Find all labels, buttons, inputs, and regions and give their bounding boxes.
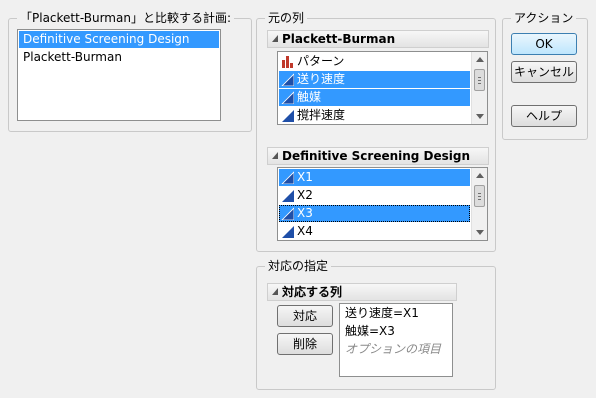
- continuous-icon: [281, 171, 294, 184]
- pb-columns-list[interactable]: パターン 送り速度 触媒 撹拌速度: [277, 51, 488, 125]
- match-button[interactable]: 対応: [277, 305, 333, 327]
- compare-design-title: 「Plackett-Burman」と比較する計画:: [17, 10, 234, 26]
- action-title: アクション: [511, 10, 577, 26]
- match-spec-group: 対応の指定 対応する列 対応 削除 送り速度=X1 触媒=X3 オプションの項目: [256, 258, 496, 390]
- remove-button[interactable]: 削除: [277, 333, 333, 355]
- panel-header-matched-columns[interactable]: 対応する列: [267, 283, 457, 301]
- source-columns-group: 元の列 Plackett-Burman パターン 送り速度 触媒 撹拌速度 De…: [256, 10, 496, 252]
- scroll-up-icon[interactable]: [476, 57, 484, 62]
- scrollbar[interactable]: [471, 52, 487, 124]
- continuous-icon: [281, 73, 294, 86]
- disclosure-triangle-icon[interactable]: [272, 288, 278, 295]
- column-item[interactable]: X4: [279, 223, 470, 240]
- source-columns-title: 元の列: [265, 10, 308, 26]
- matched-pairs-list[interactable]: 送り速度=X1 触媒=X3 オプションの項目: [339, 303, 453, 377]
- column-item[interactable]: 触媒: [279, 89, 470, 106]
- action-group: アクション OK キャンセル ヘルプ: [502, 10, 588, 140]
- optional-hint: オプションの項目: [345, 342, 442, 356]
- continuous-icon: [281, 91, 294, 104]
- scroll-thumb[interactable]: [474, 69, 485, 91]
- column-item[interactable]: X1: [279, 169, 470, 186]
- matched-pair-item[interactable]: 送り速度=X1: [341, 305, 451, 322]
- column-item[interactable]: 送り速度: [279, 71, 470, 88]
- panel-header-plackett-burman[interactable]: Plackett-Burman: [267, 30, 489, 48]
- column-item[interactable]: 撹拌速度: [279, 107, 470, 124]
- compare-design-list[interactable]: Definitive Screening Design Plackett-Bur…: [17, 29, 221, 121]
- scroll-down-icon[interactable]: [476, 114, 484, 119]
- continuous-icon: [282, 110, 294, 122]
- continuous-icon: [282, 226, 294, 238]
- scroll-down-icon[interactable]: [476, 230, 484, 235]
- scroll-up-icon[interactable]: [476, 173, 484, 178]
- continuous-icon: [282, 190, 294, 202]
- disclosure-triangle-icon[interactable]: [272, 152, 278, 159]
- compare-design-group: 「Plackett-Burman」と比較する計画: Definitive Scr…: [8, 10, 252, 132]
- matched-pair-item[interactable]: 触媒=X3: [341, 323, 451, 340]
- compare-item-dsd[interactable]: Definitive Screening Design: [19, 31, 219, 48]
- column-item[interactable]: X2: [279, 187, 470, 204]
- scrollbar[interactable]: [471, 168, 487, 240]
- panel-header-dsd[interactable]: Definitive Screening Design: [267, 147, 489, 165]
- continuous-icon: [281, 207, 294, 220]
- bar-chart-icon: [282, 56, 293, 68]
- column-item[interactable]: X3: [279, 205, 470, 222]
- compare-item-pb[interactable]: Plackett-Burman: [19, 49, 219, 66]
- help-button[interactable]: ヘルプ: [511, 105, 577, 127]
- dsd-columns-list[interactable]: X1 X2 X3 X4: [277, 167, 488, 241]
- scroll-thumb[interactable]: [474, 185, 485, 207]
- column-item[interactable]: パターン: [279, 53, 470, 70]
- match-spec-title: 対応の指定: [265, 258, 332, 274]
- disclosure-triangle-icon[interactable]: [272, 35, 278, 42]
- cancel-button[interactable]: キャンセル: [511, 61, 577, 83]
- ok-button[interactable]: OK: [511, 33, 577, 55]
